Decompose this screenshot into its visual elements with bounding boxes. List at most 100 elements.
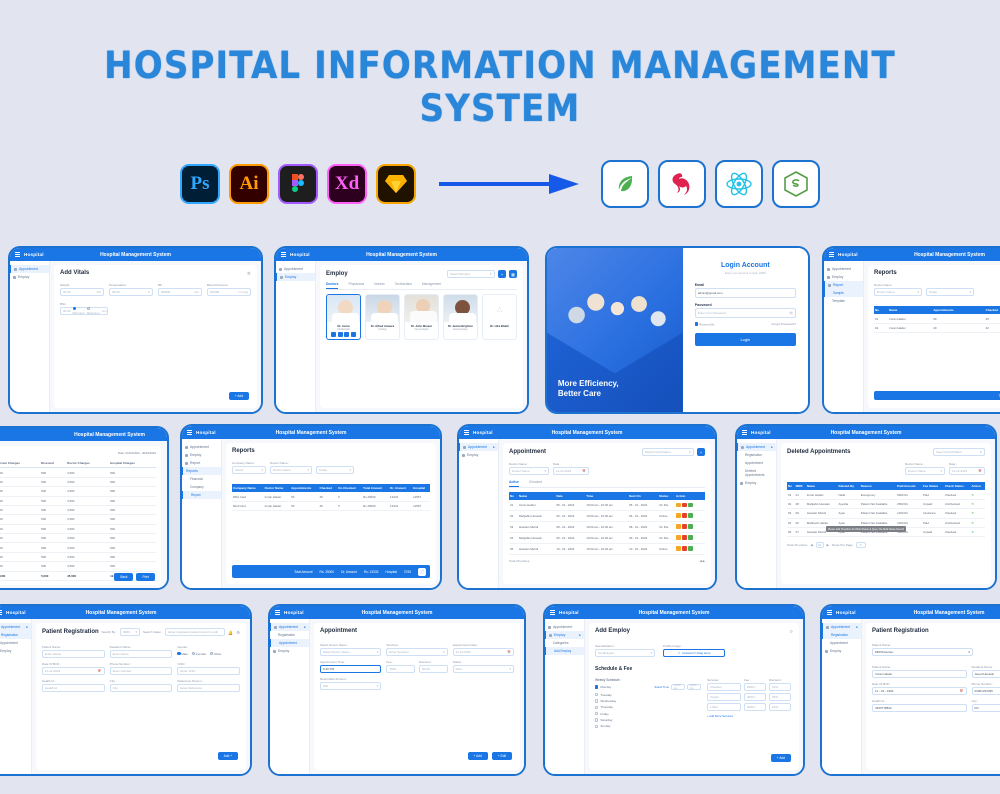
table-row[interactable]: 0208Mahjabin HussainAyeshaPatient Not Av… bbox=[787, 499, 985, 508]
table-row[interactable]: RNA CardImran Haider50455Rs 250001344412… bbox=[232, 492, 430, 501]
upload-button[interactable]: ⇧Upload Or Drag Here bbox=[663, 649, 725, 657]
sidebar-item-categories[interactable]: Categories bbox=[545, 639, 584, 647]
prev-page-button[interactable]: ◀ bbox=[810, 543, 812, 547]
doctor-name-select[interactable]: Doctor Name▾ bbox=[509, 467, 549, 475]
sidebar-item-reports[interactable]: Reports bbox=[182, 467, 221, 475]
city-input[interactable]: City bbox=[110, 684, 173, 692]
doctor-card[interactable]: Dr. Alfred Ameera Urology bbox=[365, 294, 400, 340]
shot-add-employ[interactable]: Hospital Hospital Management System Appo… bbox=[543, 604, 805, 776]
table-row[interactable]: 061No50005004,500500 bbox=[0, 515, 156, 524]
add-button[interactable]: + Add bbox=[771, 754, 791, 762]
sidebar-item-company[interactable]: Company bbox=[182, 483, 221, 491]
table-row[interactable]: 02Mahjabin Hussain06 - 01 - 202410:00 am… bbox=[509, 511, 705, 522]
add-button[interactable]: + Add bbox=[468, 752, 488, 760]
shot-employ[interactable]: Hospital Hospital Management System Appo… bbox=[274, 246, 529, 414]
sidebar-item-registration[interactable]: Registration bbox=[270, 631, 309, 639]
menu-icon[interactable] bbox=[829, 252, 834, 257]
table-row[interactable]: 0101Imran HaiderNailaEmergency5000 RsPai… bbox=[787, 490, 985, 499]
reference-input[interactable]: Enter Reference bbox=[177, 684, 240, 692]
service-name-input[interactable]: Urgent bbox=[707, 693, 741, 701]
sidebar-item-appointment[interactable]: Appointment bbox=[824, 265, 863, 273]
sidebar-item-report[interactable]: Report bbox=[824, 281, 863, 289]
table-row[interactable]: 083Yes50005004,500500 bbox=[0, 534, 156, 543]
temperature-input[interactable]: 00.00F bbox=[109, 288, 153, 296]
remember-me-checkbox[interactable]: Remind Me bbox=[695, 322, 715, 327]
radio-female[interactable]: Female bbox=[192, 652, 206, 656]
sidebar-item-appointment[interactable]: Appointment▸ bbox=[822, 623, 861, 631]
sidebar-item-appointment[interactable]: Appointment bbox=[545, 623, 584, 631]
menu-icon[interactable] bbox=[281, 252, 286, 257]
bp-input[interactable]: 00/000mm bbox=[158, 288, 202, 296]
shot-patient-registration-filled[interactable]: Hospital Hospital Management System Appo… bbox=[820, 604, 1000, 776]
table-row[interactable]: 032No50005004,500500 bbox=[0, 487, 156, 496]
add-employ-button[interactable]: + bbox=[498, 270, 506, 278]
shot-login[interactable]: More Efficiency, Better Care Login Accou… bbox=[545, 246, 810, 414]
edit-button[interactable]: + Edit bbox=[492, 752, 512, 760]
doctor-actions[interactable] bbox=[327, 332, 360, 339]
sidebar-item-employ[interactable]: Employ bbox=[270, 647, 309, 655]
cnic-input[interactable]: Enter CNIC bbox=[177, 667, 240, 675]
search-input[interactable]: Search Add Patient⚲ bbox=[933, 448, 985, 456]
sidebar-item-employ[interactable]: Employ bbox=[824, 273, 863, 281]
phone-input[interactable]: 03001234456 bbox=[972, 687, 1000, 695]
table-row[interactable]: 05Hussain Mehdi10 - 01 - 202410:00 am - … bbox=[509, 543, 705, 554]
sidebar-item-appointment[interactable]: Appointment▸ bbox=[270, 623, 309, 631]
date-select[interactable]: Today▾ bbox=[316, 466, 354, 474]
radio-other[interactable]: Other bbox=[210, 652, 222, 656]
tab-doctors[interactable]: Doctors bbox=[326, 282, 338, 289]
table-row[interactable]: 023No50005004,500500 bbox=[0, 477, 156, 486]
table-row[interactable]: 103Yes50005004,500500 bbox=[0, 552, 156, 561]
table-row[interactable]: 052Yes50005004,500500 bbox=[0, 505, 156, 514]
resident-name-input[interactable]: Javed Hussain bbox=[972, 670, 1000, 678]
table-row[interactable]: 04Mahjabin Hussain09 - 01 - 202410:00 am… bbox=[509, 533, 705, 544]
notification-icon[interactable]: 🔔 bbox=[228, 630, 233, 635]
gear-icon[interactable]: ⚙ bbox=[789, 629, 793, 634]
health-id-input[interactable]: 3460778822 bbox=[872, 704, 967, 712]
sidebar-item-employ[interactable]: Employ bbox=[459, 451, 498, 459]
time-from-input[interactable]: 10:00 am bbox=[671, 684, 685, 690]
eye-icon[interactable]: 👁 bbox=[789, 311, 793, 315]
grid-view-button[interactable]: ▦ bbox=[509, 270, 517, 278]
gear-icon[interactable]: ⚙ bbox=[236, 630, 240, 635]
dob-input[interactable]: 11-12-2023📅 bbox=[42, 667, 105, 675]
sidebar-item-registration[interactable]: Registration bbox=[737, 451, 776, 459]
password-field[interactable]: Enter Your Password👁 bbox=[695, 308, 796, 318]
date-input[interactable]: 11-12-2023📅 bbox=[553, 467, 589, 475]
restore-icon[interactable]: ↻ bbox=[971, 527, 986, 536]
restore-icon[interactable]: ↻ bbox=[971, 499, 986, 508]
service-fee-input[interactable]: 3000 /- bbox=[744, 693, 766, 701]
search-input[interactable]: Search Employ⚲ bbox=[447, 270, 495, 278]
patient-name-input[interactable]: Enter Name bbox=[42, 650, 105, 658]
discount-input[interactable]: 00.00 bbox=[419, 665, 448, 673]
sidebar-item-template[interactable]: Template bbox=[824, 297, 863, 305]
tab-management[interactable]: Management bbox=[422, 282, 441, 289]
menu-icon[interactable] bbox=[275, 610, 280, 615]
shot-add-vitals[interactable]: Hospital Hospital Management System Appo… bbox=[8, 246, 263, 414]
menu-icon[interactable] bbox=[187, 430, 192, 435]
tab-active[interactable]: Active bbox=[509, 480, 519, 487]
table-row[interactable]: 01Imran Haider 5045 5 bbox=[874, 314, 1000, 323]
restore-icon[interactable]: ↻ bbox=[971, 518, 986, 527]
company-name-select[interactable]: Select▾ bbox=[232, 466, 266, 474]
add-button[interactable]: Add + bbox=[218, 752, 238, 760]
phone-input[interactable]: Enter Number bbox=[110, 667, 173, 675]
table-row[interactable]: 02Imran Haider 4032 8 bbox=[874, 323, 1000, 332]
shot-deleted-appointments[interactable]: Hospital Hospital Management System Appo… bbox=[735, 424, 997, 590]
sidebar-item-employ[interactable]: Employ▸ bbox=[545, 631, 584, 639]
menu-icon[interactable] bbox=[464, 430, 469, 435]
health-id-input[interactable]: Health Id bbox=[42, 684, 105, 692]
row-actions[interactable] bbox=[675, 511, 705, 522]
menu-icon[interactable] bbox=[742, 430, 747, 435]
shot-appointment-list[interactable]: Hospital Hospital Management System Appo… bbox=[457, 424, 717, 590]
mrn-select[interactable]: MRN/Number▾ bbox=[872, 648, 973, 656]
next-page-button[interactable]: ▶ bbox=[827, 543, 829, 547]
table-row[interactable]: Med CardImran Haider50455Rs 250001344412… bbox=[232, 501, 430, 510]
day-monday[interactable]: Monday Select Time 10:00 am 05:00 pm bbox=[595, 683, 701, 691]
forgot-password-link[interactable]: Forgot Password? bbox=[772, 322, 796, 326]
search-value-input[interactable]: Enter registered patient record to edit bbox=[165, 628, 225, 636]
calendar-icon[interactable]: 📅 bbox=[98, 669, 102, 673]
row-actions[interactable] bbox=[675, 543, 705, 554]
bsl-input[interactable]: 00.00 Minimum Maximum mm bbox=[60, 307, 108, 315]
menu-icon[interactable] bbox=[550, 610, 555, 615]
export-button[interactable]: 📄 bbox=[418, 568, 426, 576]
